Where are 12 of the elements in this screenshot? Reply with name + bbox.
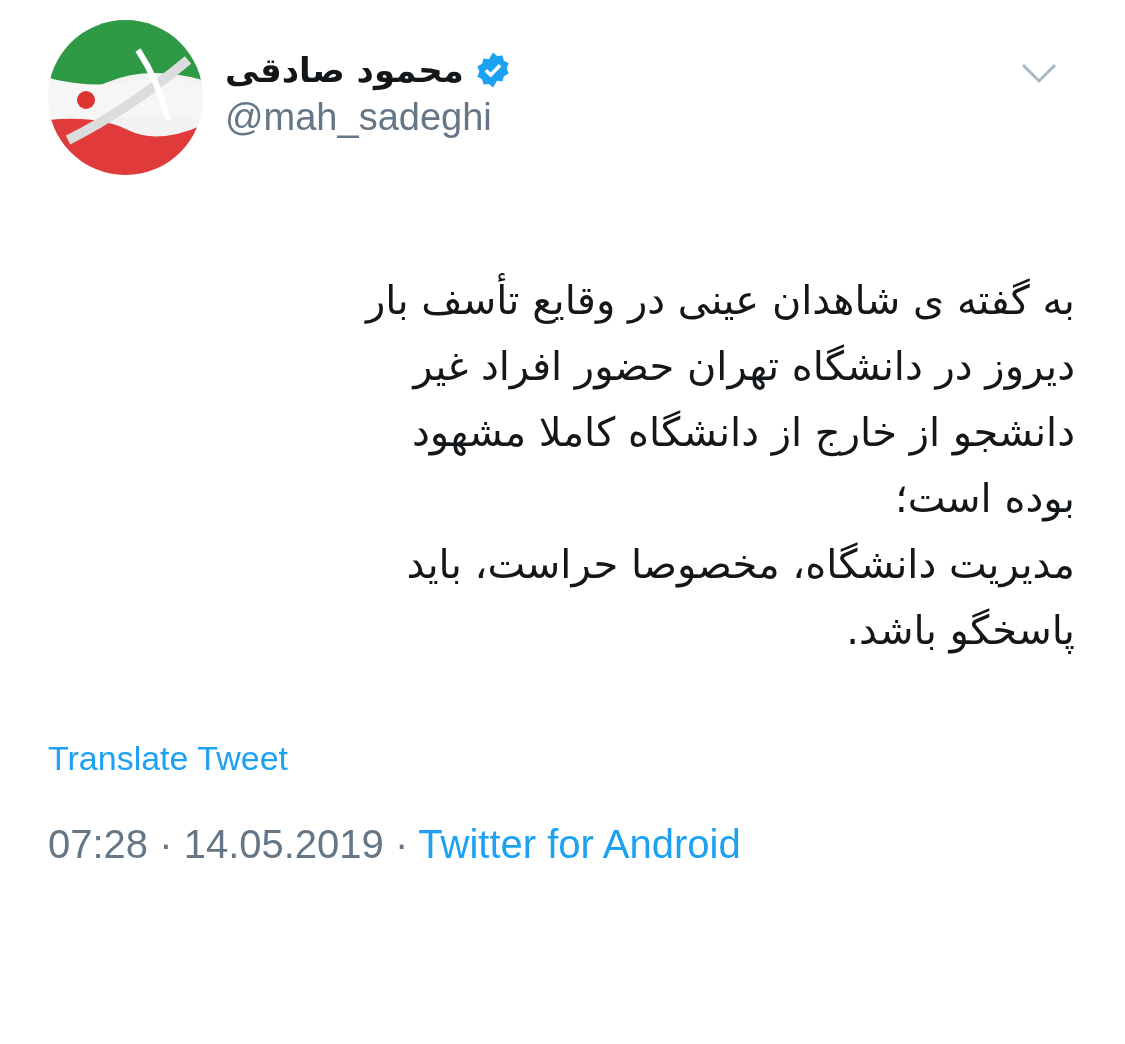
chevron-down-icon[interactable]	[1021, 62, 1057, 84]
author-name: محمود صادقی	[225, 50, 464, 90]
source-link[interactable]: Twitter for Android	[418, 822, 741, 867]
translate-link[interactable]: Translate Tweet	[48, 739, 288, 778]
tweet-text-line: مدیریت دانشگاه، مخصوصا حراست، باید	[406, 540, 1075, 590]
tweet-text-line: به گفته ی شاهدان عینی در وقایع تأسف بار	[365, 267, 1075, 333]
author-handle: @mah_sadeghi	[225, 96, 493, 139]
tweet-text-line: دیروز در دانشگاه تهران حضور افراد غیر	[413, 342, 1075, 392]
tweet-text-line: پاسخگو باشد.	[846, 606, 1075, 656]
tweet-text-line: بوده است؛	[895, 474, 1075, 524]
tweet-text-line: دانشجو از خارج از دانشگاه کاملا مشهود	[412, 408, 1075, 459]
tweet-timestamp: 07:28 · 14.05.2019 ·	[48, 822, 409, 867]
